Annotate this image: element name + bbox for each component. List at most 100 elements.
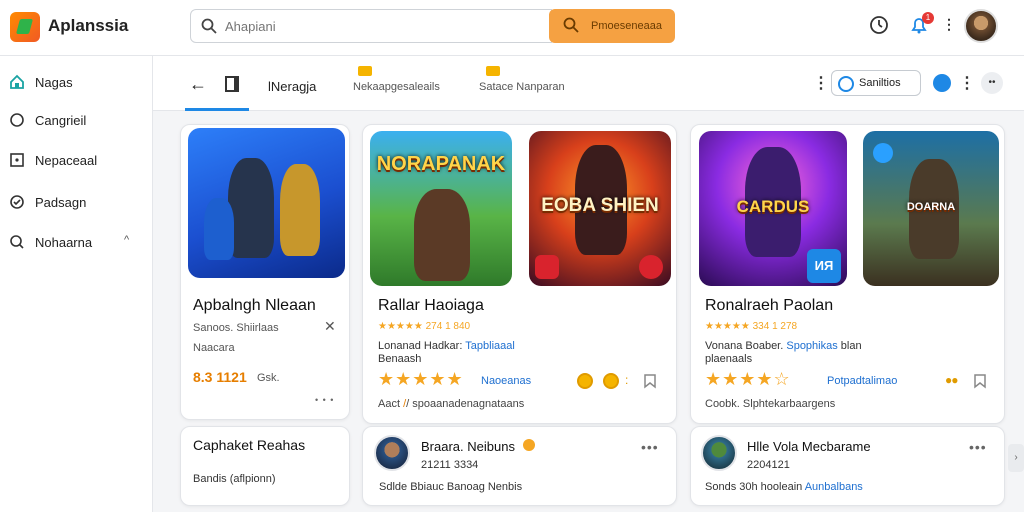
list-card-title: Hlle Vola Mecbarame: [747, 439, 871, 454]
sidebar-item-nepaceaal[interactable]: Nepaceaal: [0, 140, 153, 180]
sidebar-item-cangrieil[interactable]: Cangrieil: [0, 100, 153, 140]
chevron-up-icon[interactable]: ^: [124, 234, 129, 246]
hero-figure: [280, 164, 320, 256]
list-card-link[interactable]: Aunbalbans: [805, 481, 863, 493]
search-button[interactable]: Pmoeseneaaa: [549, 9, 675, 43]
list-card-numbers: 21211 3334: [421, 459, 479, 471]
check-circle-icon: [10, 195, 24, 209]
sidebar-item-padsagn[interactable]: Padsagn: [0, 182, 153, 222]
bookmark-icon[interactable]: [641, 373, 659, 389]
hero-figure: [228, 158, 274, 258]
game-thumbnail[interactable]: EOBA SHIEN: [529, 131, 671, 286]
settings-pill-button[interactable]: Saniltios: [831, 70, 921, 96]
list-card-title: Braara. Neibuns: [421, 439, 515, 454]
search-box: [190, 9, 552, 43]
coins-icon: ●●: [945, 373, 958, 387]
game-thumbnail[interactable]: CARDUS ИЯ: [699, 131, 847, 286]
more-options-icon[interactable]: ⋮: [813, 73, 829, 93]
rating-summary: ★★★★★ 274 1 840: [378, 321, 471, 332]
document-icon[interactable]: [225, 76, 239, 92]
list-card-description: Sonds 30h hooleain Aunbalbans: [705, 481, 863, 493]
category-link[interactable]: Tapbliaaal: [465, 340, 515, 352]
close-icon[interactable]: ✕: [324, 318, 336, 335]
game-card[interactable]: Apbalngh Nleaan Sanoos. Shiirlaas ✕ Naac…: [180, 124, 350, 420]
game-description-line2: plaenaals: [705, 353, 753, 365]
star-rating[interactable]: ★★★★★: [378, 369, 464, 390]
sidebar-item-nohaarna[interactable]: Nohaarna ^: [0, 222, 153, 262]
list-card-numbers: 2204121: [747, 459, 790, 471]
game-thumbnail[interactable]: DOARNA: [863, 131, 999, 286]
more-options-icon[interactable]: ⋮: [959, 73, 975, 93]
avatar[interactable]: [964, 9, 998, 43]
list-card-description: Sdlde Bbiauc Banoag Nenbis: [379, 481, 523, 493]
search-input[interactable]: [225, 16, 525, 36]
game-title: Apbalngh Nleaan: [193, 297, 316, 314]
top-bar: Aplanssia Pmoeseneaaa 1 ⋮: [0, 0, 1024, 56]
list-card-title: Caphaket Reahas: [193, 437, 306, 453]
list-card[interactable]: Hlle Vola Mecbarame ••• 2204121 Sonds 30…: [690, 426, 1005, 506]
app-title: Aplanssia: [48, 16, 129, 35]
game-card[interactable]: CARDUS ИЯ DOARNA Ronalraeh Paolan ★★★★★ …: [690, 124, 1005, 424]
sidebar-item-nagas[interactable]: Nagas: [0, 62, 153, 102]
app-badge-icon: ИЯ: [807, 249, 841, 283]
coin-icon: [603, 373, 619, 389]
search-circle-icon: [10, 235, 24, 249]
sidebar-item-label: Nepaceaal: [35, 153, 98, 168]
tab-nekaapgesaleails[interactable]: Nekaapgesaleails: [353, 81, 440, 93]
sidebar: Nagas Cangrieil Nepaceaal Padsagn Nohaar…: [0, 56, 153, 512]
app-logo-icon[interactable]: [10, 12, 40, 42]
circle-icon: [10, 113, 24, 127]
list-card-sub: Bandis (aflpionn): [193, 473, 276, 485]
sidebar-item-label: Nohaarna: [35, 235, 93, 250]
pencil-tag-icon: [358, 66, 372, 76]
game-description-line2: Benaash: [378, 353, 422, 365]
settings-pill-label: Saniltios: [859, 77, 901, 89]
active-tab-indicator: [185, 108, 249, 111]
app-badge-icon: [535, 255, 559, 279]
avatar[interactable]: [701, 435, 737, 471]
expand-button[interactable]: ••: [981, 72, 1003, 94]
gear-icon: [838, 76, 854, 92]
more-dots-icon[interactable]: • • •: [315, 395, 334, 405]
game-card[interactable]: NORAPANAK EOBA SHIEN Rallar Haoiaga ★★★★…: [362, 124, 677, 424]
list-card[interactable]: Caphaket Reahas Bandis (aflpionn): [180, 426, 350, 506]
more-menu-icon[interactable]: ⋮: [942, 16, 956, 33]
search-icon: [201, 18, 217, 34]
list-card[interactable]: Braara. Neibuns ••• 21211 3334 Sdlde Bbi…: [362, 426, 677, 506]
more-dots-icon[interactable]: •••: [969, 439, 987, 455]
game-art-title: CARDUS: [736, 197, 810, 216]
bookmark-icon[interactable]: [971, 373, 989, 389]
rating-label: Naoeanas: [481, 375, 532, 387]
game-description: Lonanad Hadkar: Tapbliaaal: [378, 340, 515, 352]
star-rating[interactable]: ★★★★☆: [705, 369, 791, 390]
globe-icon[interactable]: [933, 74, 951, 92]
hero-figure: [204, 198, 234, 260]
coin-icon: [577, 373, 593, 389]
game-thumbnail[interactable]: [188, 128, 345, 278]
heart-icon[interactable]: [639, 255, 663, 279]
category-link[interactable]: Spophikas: [786, 340, 837, 352]
scroll-right-button[interactable]: ›: [1008, 444, 1024, 472]
square-dot-icon: [10, 153, 24, 167]
coin-dots-icon: :: [625, 373, 629, 387]
tab-neragja[interactable]: lNeragja: [268, 79, 316, 94]
game-meta: Sanoos. Shiirlaas: [193, 322, 279, 334]
more-dots-icon[interactable]: •••: [641, 439, 659, 455]
pencil-tag-icon: [486, 66, 500, 76]
game-thumbnail[interactable]: NORAPANAK: [370, 131, 512, 286]
home-icon: [10, 74, 24, 89]
game-price: 8.3 1121: [193, 369, 247, 385]
avatar[interactable]: [374, 435, 410, 471]
search-button-label: Pmoeseneaaa: [591, 20, 662, 32]
back-arrow-icon[interactable]: ←: [189, 74, 207, 95]
game-footer: Aact // spoaanadenagnataans: [378, 398, 525, 410]
heart-icon[interactable]: [873, 143, 893, 163]
content-toolbar: ← lNeragja Nekaapgesaleails Satace Nanpa…: [153, 56, 1024, 111]
rating-label: Potpadtalimao: [827, 375, 898, 387]
clock-icon[interactable]: [868, 14, 890, 36]
search-icon: [563, 17, 579, 33]
game-title: Rallar Haoiaga: [378, 297, 484, 314]
tab-satace-nanparan[interactable]: Satace Nanparan: [479, 81, 565, 93]
sidebar-item-label: Cangrieil: [35, 113, 87, 128]
game-description: Vonana Boaber. Spophikas blan: [705, 340, 862, 352]
